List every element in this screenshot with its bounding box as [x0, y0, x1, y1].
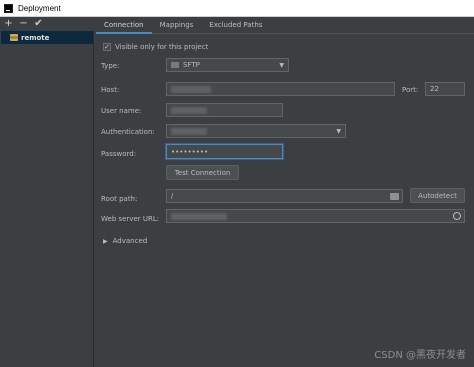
- visible-only-row: ✓ Visible only for this project: [103, 43, 208, 51]
- host-label: Host:: [101, 86, 120, 94]
- test-connection-button[interactable]: Test Connection: [166, 165, 239, 180]
- type-select[interactable]: SFTP ▼: [166, 58, 289, 72]
- authentication-select[interactable]: ▼: [166, 124, 346, 138]
- window-title: Deployment: [18, 3, 61, 13]
- root-path-value: /: [171, 192, 174, 200]
- password-value: •••••••••: [171, 147, 209, 156]
- host-input[interactable]: [166, 82, 395, 96]
- sftp-icon: [171, 62, 179, 68]
- port-input[interactable]: 22: [425, 82, 465, 96]
- root-path-label: Root path:: [101, 195, 138, 203]
- web-server-url-input[interactable]: [166, 209, 465, 223]
- chevron-down-icon: ▼: [279, 62, 284, 69]
- server-item-label: remote: [21, 33, 50, 42]
- advanced-label: Advanced: [112, 237, 148, 245]
- type-label: Type:: [101, 62, 120, 70]
- remove-server-button[interactable]: −: [19, 19, 28, 29]
- password-label: Password:: [101, 150, 137, 158]
- window-titlebar: Deployment: [0, 0, 474, 17]
- tab-connection[interactable]: Connection: [96, 17, 152, 34]
- advanced-section[interactable]: ▶ Advanced: [103, 237, 147, 245]
- type-value: SFTP: [183, 61, 200, 69]
- root-path-input[interactable]: /: [166, 189, 403, 203]
- user-name-value: [171, 106, 207, 114]
- pycharm-icon: [4, 3, 13, 13]
- visible-only-checkbox[interactable]: ✓: [103, 43, 111, 51]
- add-server-button[interactable]: +: [4, 19, 13, 29]
- watermark-text: CSDN @黑夜开发者: [374, 350, 466, 361]
- authentication-label: Authentication:: [101, 128, 155, 136]
- web-server-url-label: Web server URL:: [101, 215, 160, 223]
- web-server-url-value: [171, 212, 227, 220]
- tab-excluded-paths[interactable]: Excluded Paths: [201, 17, 270, 34]
- user-name-label: User name:: [101, 107, 142, 115]
- authentication-value: [171, 127, 207, 135]
- host-value: [171, 85, 211, 93]
- chevron-down-icon: ▼: [336, 128, 341, 135]
- folder-icon[interactable]: [390, 193, 399, 200]
- user-name-input[interactable]: [166, 103, 283, 117]
- sftp-server-icon: [10, 34, 18, 41]
- port-label: Port:: [402, 86, 419, 94]
- set-default-button[interactable]: ✔: [34, 19, 43, 29]
- password-input[interactable]: •••••••••: [166, 144, 283, 159]
- port-value: 22: [430, 85, 439, 93]
- tab-bar: Connection Mappings Excluded Paths: [96, 17, 474, 34]
- server-toolbar: + − ✔: [0, 17, 94, 31]
- server-list: remote: [0, 31, 94, 367]
- tab-mappings[interactable]: Mappings: [152, 17, 202, 34]
- autodetect-button[interactable]: Autodetect: [410, 188, 465, 203]
- visible-only-label: Visible only for this project: [115, 43, 209, 51]
- server-item-remote[interactable]: remote: [1, 31, 93, 44]
- globe-icon[interactable]: [453, 212, 461, 220]
- chevron-right-icon: ▶: [103, 237, 108, 245]
